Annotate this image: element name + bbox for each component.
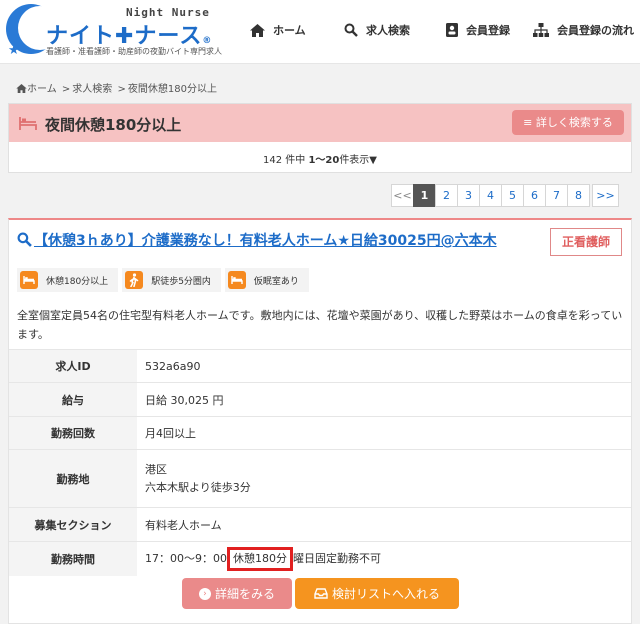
page-title: 夜間休憩180分以上 <box>45 116 182 134</box>
pagination-page-6[interactable]: 6 <box>523 184 546 207</box>
pagination-page-1[interactable]: 1 <box>413 184 436 207</box>
search-result-header: 夜間休憩180分以上 ≡ 詳しく検索する 142 件中 1〜20件表示▼ <box>8 103 632 173</box>
home-icon <box>16 84 27 93</box>
table-row: 募集セクション 有料老人ホーム <box>9 507 631 542</box>
table-row: 勤務地 港区 六本木駅より徒歩3分 <box>9 449 631 508</box>
home-icon <box>250 23 265 37</box>
break-time-highlight: 休憩180分 <box>227 546 293 571</box>
location-label: 勤務地 <box>9 449 137 508</box>
tag-station: 駅徒歩5分圏内 <box>122 268 221 292</box>
nav-flow[interactable]: 会員登録の流れ <box>533 18 634 42</box>
nav-flow-label: 会員登録の流れ <box>557 24 634 37</box>
table-row: 求人ID 532a6a90 <box>9 349 631 383</box>
job-type-badge: 正看護師 <box>550 228 622 256</box>
walking-icon <box>125 271 144 289</box>
section-label: 募集セクション <box>9 507 137 542</box>
pagination-prev[interactable]: << <box>391 184 414 207</box>
job-title-link[interactable]: 【休憩3ｈあり】介護業務なし！有料老人ホーム★日給30025円@六本木 <box>17 230 542 250</box>
bed-icon <box>227 271 246 289</box>
search-icon <box>17 232 32 247</box>
job-info-table: 求人ID 532a6a90 給与 日給 30,025 円 勤務回数 月4回以上 … <box>9 349 631 576</box>
breadcrumb-current: 夜間休憩180分以上 <box>127 84 217 95</box>
sitemap-icon <box>533 23 549 37</box>
pagination-page-7[interactable]: 7 <box>545 184 568 207</box>
pagination-page-2[interactable]: 2 <box>435 184 458 207</box>
chevron-right-icon: › <box>198 587 211 600</box>
nav-member-label: 会員登録 <box>466 24 510 37</box>
nav-home[interactable]: ホーム <box>250 18 306 42</box>
work-count-value: 月4回以上 <box>137 416 631 450</box>
bed-icon <box>20 271 38 289</box>
pagination-page-5[interactable]: 5 <box>501 184 524 207</box>
search-icon <box>344 23 358 37</box>
section-value: 有料老人ホーム <box>137 507 631 542</box>
pay-label: 給与 <box>9 382 137 417</box>
job-id-value: 532a6a90 <box>137 349 631 383</box>
nav-search-label: 求人検索 <box>366 24 410 37</box>
job-id-label: 求人ID <box>9 349 137 383</box>
breadcrumb-search[interactable]: 求人検索 <box>72 84 112 95</box>
pagination-page-3[interactable]: 3 <box>457 184 480 207</box>
nav-search[interactable]: 求人検索 <box>344 18 410 42</box>
detail-search-button[interactable]: ≡ 詳しく検索する <box>512 110 624 135</box>
nav-member[interactable]: 会員登録 <box>446 18 510 42</box>
job-description: 全室個室定員54名の住宅型有料老人ホームです。敷地内には、花壇や菜園があり、収穫… <box>17 309 623 341</box>
tag-break: 休憩180分以上 <box>17 268 119 292</box>
tag-nap-room: 仮眠室あり <box>224 268 309 292</box>
work-count-label: 勤務回数 <box>9 416 137 450</box>
job-tags: 休憩180分以上 駅徒歩5分圏内 仮眠室あり <box>17 268 313 292</box>
pagination-page-8[interactable]: 8 <box>567 184 590 207</box>
job-title: 【休憩3ｈあり】介護業務なし！有料老人ホーム★日給30025円@六本木 <box>34 233 497 249</box>
add-to-list-button[interactable]: 検討リストへ入れる <box>295 578 459 609</box>
pagination-page-4[interactable]: 4 <box>479 184 502 207</box>
stars-icon: ★ ★ <box>8 32 20 58</box>
table-row: 勤務時間 17：00〜9：00 休憩180分 曜日固定勤務不可 <box>9 541 631 576</box>
member-card-icon <box>446 23 458 37</box>
work-hours-value: 17：00〜9：00 休憩180分 曜日固定勤務不可 <box>137 541 631 576</box>
work-hours-label: 勤務時間 <box>9 541 137 576</box>
location-value: 港区 六本木駅より徒歩3分 <box>137 449 631 508</box>
nav-home-label: ホーム <box>273 24 306 37</box>
breadcrumb: ホーム > 求人検索 > 夜間休憩180分以上 <box>16 80 217 95</box>
table-row: 給与 日給 30,025 円 <box>9 382 631 417</box>
pagination-next[interactable]: >> <box>592 184 619 207</box>
view-detail-button[interactable]: › 詳細をみる <box>182 578 292 609</box>
site-logo[interactable]: ★ ★ Night Nurse ナイト✚ナース® 看護師・准看護師・助産師の夜勤バ… <box>6 4 226 60</box>
result-count[interactable]: 142 件中 1〜20件表示▼ <box>9 151 631 166</box>
pay-value: 日給 30,025 円 <box>137 382 631 417</box>
inbox-icon <box>314 588 328 599</box>
bed-icon <box>19 117 37 130</box>
breadcrumb-home[interactable]: ホーム <box>27 84 57 95</box>
logo-tagline: 看護師・准看護師・助産師の夜勤バイト専門求人 <box>46 47 222 56</box>
pagination: << 1 2 3 4 5 6 7 8 >> <box>391 184 619 207</box>
search-title-bar: 夜間休憩180分以上 ≡ 詳しく検索する <box>9 104 631 142</box>
job-card: 【休憩3ｈあり】介護業務なし！有料老人ホーム★日給30025円@六本木 正看護師… <box>8 218 632 624</box>
table-row: 勤務回数 月4回以上 <box>9 416 631 450</box>
site-header: ★ ★ Night Nurse ナイト✚ナース® 看護師・准看護師・助産師の夜勤バ… <box>0 0 640 64</box>
